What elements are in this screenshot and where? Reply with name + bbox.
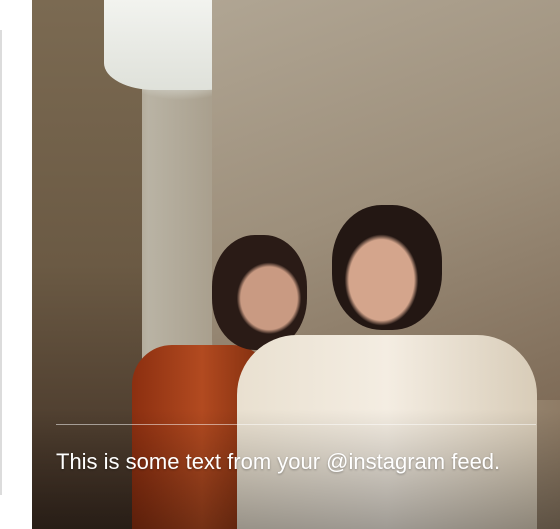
photo-head-right	[332, 205, 442, 330]
instagram-post-image[interactable]: This is some text from your @instagram f…	[32, 0, 560, 529]
caption-divider	[56, 424, 536, 425]
post-caption: This is some text from your @instagram f…	[56, 449, 501, 474]
photo-head-left	[212, 235, 307, 350]
left-border	[0, 30, 2, 495]
